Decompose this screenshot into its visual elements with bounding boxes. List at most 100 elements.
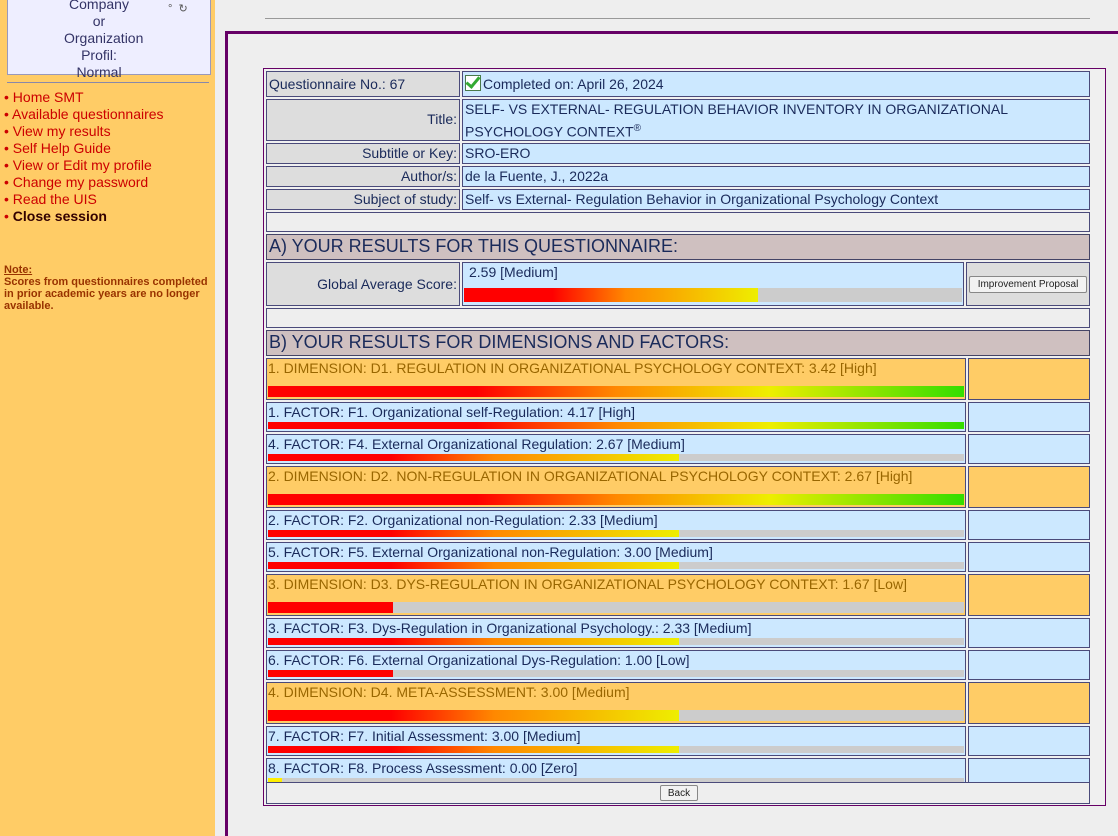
nav-close-session[interactable]: • Close session [4, 208, 164, 225]
note-title: Note [4, 264, 29, 276]
nav-available-questionnaires[interactable]: • Available questionnaires [4, 106, 164, 123]
nav-read-uis[interactable]: • Read the UIS [4, 191, 164, 208]
nav-view-results[interactable]: • View my results [4, 123, 164, 140]
score-bar-fill [268, 562, 679, 569]
section-b-heading: B) YOUR RESULTS FOR DIMENSIONS AND FACTO… [266, 330, 1090, 356]
factor-side-cell [968, 726, 1090, 756]
score-bar [268, 710, 964, 721]
factor-side-cell [968, 542, 1090, 572]
score-bar [268, 602, 964, 613]
factor-row: 1. FACTOR: F1. Organizational self-Regul… [266, 402, 966, 432]
factor-side-cell [968, 510, 1090, 540]
score-bar [268, 638, 964, 645]
nav-link[interactable]: Home SMT [13, 89, 84, 105]
dimension-label: 2. DIMENSION: D2. NON-REGULATION IN ORGA… [268, 468, 913, 484]
score-bar-fill [268, 746, 679, 753]
nav-link[interactable]: Close session [13, 208, 107, 224]
nav-link[interactable]: Read the UIS [13, 191, 97, 207]
factor-side-cell [968, 402, 1090, 432]
dimension-side-cell [968, 682, 1090, 724]
score-bar [268, 422, 964, 429]
factor-label: 5. FACTOR: F5. External Organizational n… [268, 544, 713, 560]
factor-row: 7. FACTOR: F7. Initial Assessment: 3.00 … [266, 726, 966, 756]
score-bar-fill [268, 530, 679, 537]
score-bar [268, 670, 964, 677]
global-score-value: 2.59 [Medium] [469, 264, 558, 280]
nav-link[interactable]: Available questionnaires [12, 106, 164, 122]
score-bar [268, 494, 964, 505]
author-label: Author/s: [266, 166, 460, 187]
profile-box: Company or Organization Profil: Normal °… [7, 0, 211, 80]
title-text: SELF- VS EXTERNAL- REGULATION BEHAVIOR I… [465, 101, 1008, 140]
global-score-cell: 2.59 [Medium] [462, 262, 964, 306]
factor-row: 5. FACTOR: F5. External Organizational n… [266, 542, 966, 572]
score-bar-fill [268, 494, 964, 505]
back-row: Back [266, 782, 1090, 804]
nav-link[interactable]: Change my password [13, 174, 148, 190]
frame-border [225, 31, 1118, 34]
link-icon: ° ↻ [168, 3, 188, 15]
nav-self-help[interactable]: • Self Help Guide [4, 140, 164, 157]
title-value: SELF- VS EXTERNAL- REGULATION BEHAVIOR I… [462, 99, 1090, 141]
factor-label: 6. FACTOR: F6. External Organizational D… [268, 652, 690, 668]
factor-label: 7. FACTOR: F7. Initial Assessment: 3.00 … [268, 728, 581, 744]
score-bar [268, 386, 964, 397]
back-button[interactable]: Back [660, 785, 698, 801]
factor-row: 6. FACTOR: F6. External Organizational D… [266, 650, 966, 680]
spacer-row [266, 212, 1090, 232]
dimension-row: 2. DIMENSION: D2. NON-REGULATION IN ORGA… [266, 466, 966, 508]
factor-label: 8. FACTOR: F8. Process Assessment: 0.00 … [268, 760, 578, 776]
score-bar-fill [268, 710, 679, 721]
note: Note: Scores from questionnaires complet… [4, 264, 214, 312]
global-score-bar-fill [464, 288, 758, 302]
nav-change-password[interactable]: • Change my password [4, 174, 164, 191]
factor-side-cell [968, 618, 1090, 648]
title-label: Title: [266, 99, 460, 141]
factor-side-cell [968, 650, 1090, 680]
main-content: Questionnaire No.: 67 Completed on: Apri… [215, 0, 1118, 836]
dimension-row: 3. DIMENSION: D3. DYS-REGULATION IN ORGA… [266, 574, 966, 616]
dimension-row: 1. DIMENSION: D1. REGULATION IN ORGANIZA… [266, 358, 966, 400]
global-score-bar [464, 288, 962, 302]
factor-row: 4. FACTOR: F4. External Organizational R… [266, 434, 966, 464]
completed-status: Completed on: April 26, 2024 [462, 71, 1090, 97]
nav-home[interactable]: • Home SMT [4, 89, 164, 106]
dimension-side-cell [968, 466, 1090, 508]
sidebar: Company or Organization Profil: Normal °… [0, 0, 215, 836]
score-bar-fill [268, 454, 679, 461]
score-bar [268, 454, 964, 461]
score-bar [268, 746, 964, 753]
factor-row: 3. FACTOR: F3. Dys-Regulation in Organiz… [266, 618, 966, 648]
score-bar-fill [268, 602, 394, 613]
improvement-proposal-button[interactable]: Improvement Proposal [969, 276, 1087, 293]
dimension-label: 4. DIMENSION: D4. META-ASSESSMENT: 3.00 … [268, 684, 630, 700]
completed-date: Completed on: April 26, 2024 [483, 76, 664, 92]
nav-link[interactable]: View my results [13, 123, 111, 139]
factor-row: 2. FACTOR: F2. Organizational non-Regula… [266, 510, 966, 540]
dimension-label: 1. DIMENSION: D1. REGULATION IN ORGANIZA… [268, 360, 877, 376]
score-bar-fill [268, 386, 964, 397]
global-score-label: Global Average Score: [266, 262, 460, 306]
factor-label: 1. FACTOR: F1. Organizational self-Regul… [268, 404, 636, 420]
subtitle-value: SRO-ERO [462, 143, 1090, 164]
profile-line: Organization [64, 30, 144, 46]
factor-label: 3. FACTOR: F3. Dys-Regulation in Organiz… [268, 620, 752, 636]
score-bar [268, 530, 964, 537]
checkmark-icon [465, 75, 481, 91]
results-table: Questionnaire No.: 67 Completed on: Apri… [263, 68, 1106, 806]
dimension-side-cell [968, 358, 1090, 400]
dimension-label: 3. DIMENSION: D3. DYS-REGULATION IN ORGA… [268, 576, 907, 592]
note-text: Scores from questionnaires completed in … [4, 276, 208, 312]
top-rule [265, 18, 1090, 19]
spacer-row [266, 308, 1090, 328]
nav-link[interactable]: Self Help Guide [13, 140, 111, 156]
sidebar-divider [7, 82, 209, 83]
profile-line: Profil: Normal [76, 47, 122, 80]
nav-edit-profile[interactable]: • View or Edit my profile [4, 157, 164, 174]
nav-link[interactable]: View or Edit my profile [13, 157, 152, 173]
factor-label: 4. FACTOR: F4. External Organizational R… [268, 436, 685, 452]
subject-label: Subject of study: [266, 189, 460, 210]
sidebar-nav: • Home SMT • Available questionnaires • … [4, 89, 164, 225]
factor-label: 2. FACTOR: F2. Organizational non-Regula… [268, 512, 658, 528]
frame-border [225, 31, 228, 836]
